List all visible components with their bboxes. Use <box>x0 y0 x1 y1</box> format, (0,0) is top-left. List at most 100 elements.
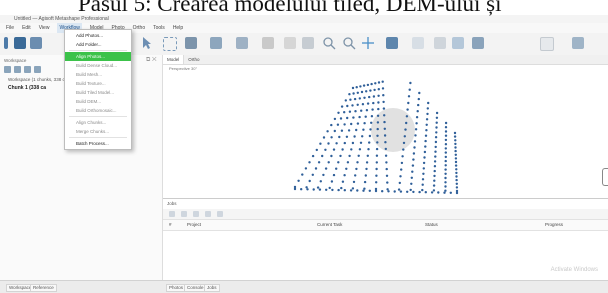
camera-point[interactable] <box>293 187 297 191</box>
camera-point[interactable] <box>377 88 380 91</box>
camera-point[interactable] <box>330 136 333 139</box>
run-icon[interactable] <box>169 211 175 217</box>
camera-point[interactable] <box>355 167 358 171</box>
camera-point[interactable] <box>346 116 349 120</box>
camera-point[interactable] <box>435 111 439 115</box>
camera-point[interactable] <box>349 98 352 101</box>
model-view[interactable]: Model Ortho Perspective 30° <box>163 55 608 198</box>
camera-point[interactable] <box>349 189 353 192</box>
camera-point[interactable] <box>375 154 379 157</box>
menu-item-add-folder[interactable]: Add Folder... <box>65 40 131 49</box>
camera-point[interactable] <box>325 188 328 191</box>
camera-point[interactable] <box>435 121 438 124</box>
camera-point[interactable] <box>312 188 315 191</box>
camera-point[interactable] <box>454 153 457 156</box>
camera-point[interactable] <box>444 130 448 133</box>
camera-point[interactable] <box>345 135 349 138</box>
camera-point[interactable] <box>346 104 349 108</box>
camera-point[interactable] <box>340 129 344 132</box>
camera-point[interactable] <box>375 174 378 177</box>
camera-point[interactable] <box>317 161 321 164</box>
camera-point[interactable] <box>314 167 318 170</box>
camera-point[interactable] <box>437 191 440 194</box>
camera-point[interactable] <box>424 145 427 148</box>
menu-item-build-mesh[interactable]: Build Mesh... <box>65 70 131 79</box>
camera-point[interactable] <box>328 186 331 190</box>
camera-point[interactable] <box>332 173 336 177</box>
camera-point[interactable] <box>375 147 379 151</box>
camera-point[interactable] <box>382 94 385 97</box>
camera-point[interactable] <box>331 188 334 192</box>
menu-help[interactable]: Help <box>173 23 183 33</box>
tab-reference[interactable]: Reference <box>30 284 57 292</box>
camera-point[interactable] <box>350 148 353 151</box>
camera-point[interactable] <box>434 150 437 153</box>
camera-point[interactable] <box>377 81 381 84</box>
camera-point[interactable] <box>432 184 436 187</box>
camera-point[interactable] <box>426 107 429 110</box>
camera-point[interactable] <box>348 93 351 96</box>
camera-point[interactable] <box>405 121 408 125</box>
camera-point[interactable] <box>444 143 448 146</box>
camera-point[interactable] <box>418 190 421 194</box>
camera-point[interactable] <box>356 103 359 106</box>
up-icon[interactable] <box>205 211 211 217</box>
camera-point[interactable] <box>343 141 346 145</box>
camera-point[interactable] <box>384 147 387 151</box>
camera-point[interactable] <box>416 110 419 113</box>
camera-point[interactable] <box>412 158 415 161</box>
camera-point[interactable] <box>403 135 406 138</box>
camera-point[interactable] <box>434 136 438 139</box>
camera-point[interactable] <box>369 89 372 92</box>
camera-point[interactable] <box>444 147 447 150</box>
camera-point[interactable] <box>373 88 376 92</box>
camera-point[interactable] <box>433 165 437 168</box>
camera-point[interactable] <box>365 90 368 93</box>
camera-point[interactable] <box>362 128 365 131</box>
camera-point[interactable] <box>358 148 362 151</box>
camera-point[interactable] <box>352 92 355 95</box>
tab-jobs[interactable]: Jobs <box>204 284 220 292</box>
camera-point[interactable] <box>424 191 427 194</box>
camera-point[interactable] <box>423 156 426 159</box>
camera-point[interactable] <box>381 87 385 90</box>
move-icon[interactable] <box>361 36 375 50</box>
camera-point[interactable] <box>418 91 421 95</box>
camera-point[interactable] <box>385 167 388 171</box>
camera-point[interactable] <box>371 108 374 111</box>
menu-item-build-dem[interactable]: Build DEM... <box>65 97 131 106</box>
camera-point[interactable] <box>444 138 448 142</box>
camera-point[interactable] <box>356 189 359 192</box>
camera-point[interactable] <box>455 186 459 189</box>
camera-point[interactable] <box>381 190 384 193</box>
camera-point[interactable] <box>384 141 387 144</box>
add-folder-icon[interactable] <box>24 66 31 73</box>
camera-point[interactable] <box>415 116 419 119</box>
view-icon[interactable] <box>572 37 584 49</box>
camera-point[interactable] <box>375 181 378 184</box>
panel-float-close-icon[interactable]: ⧉ ✕ <box>146 57 157 64</box>
camera-point[interactable] <box>386 181 389 184</box>
camera-point[interactable] <box>408 88 411 91</box>
menu-view[interactable]: View <box>39 23 50 33</box>
camera-point[interactable] <box>351 141 355 145</box>
camera-point[interactable] <box>423 150 427 154</box>
camera-point[interactable] <box>316 186 320 189</box>
menu-item-build-tiled-model[interactable]: Build Tiled Model... <box>65 88 131 97</box>
camera-point[interactable] <box>339 154 342 158</box>
camera-point[interactable] <box>311 173 314 176</box>
menu-item-add-photos[interactable]: Add Photos... <box>65 31 131 40</box>
camera-point[interactable] <box>356 161 359 164</box>
menu-item-build-texture[interactable]: Build Texture... <box>65 79 131 88</box>
camera-point[interactable] <box>343 123 346 126</box>
camera-point[interactable] <box>397 188 401 191</box>
zoom-in-icon[interactable] <box>322 36 336 50</box>
camera-point[interactable] <box>363 96 366 99</box>
camera-point[interactable] <box>422 161 426 165</box>
camera-point[interactable] <box>363 122 366 125</box>
camera-point[interactable] <box>421 183 424 186</box>
camera-point[interactable] <box>372 101 375 105</box>
camera-point[interactable] <box>365 161 369 164</box>
camera-point[interactable] <box>454 149 457 153</box>
camera-point[interactable] <box>411 170 414 173</box>
